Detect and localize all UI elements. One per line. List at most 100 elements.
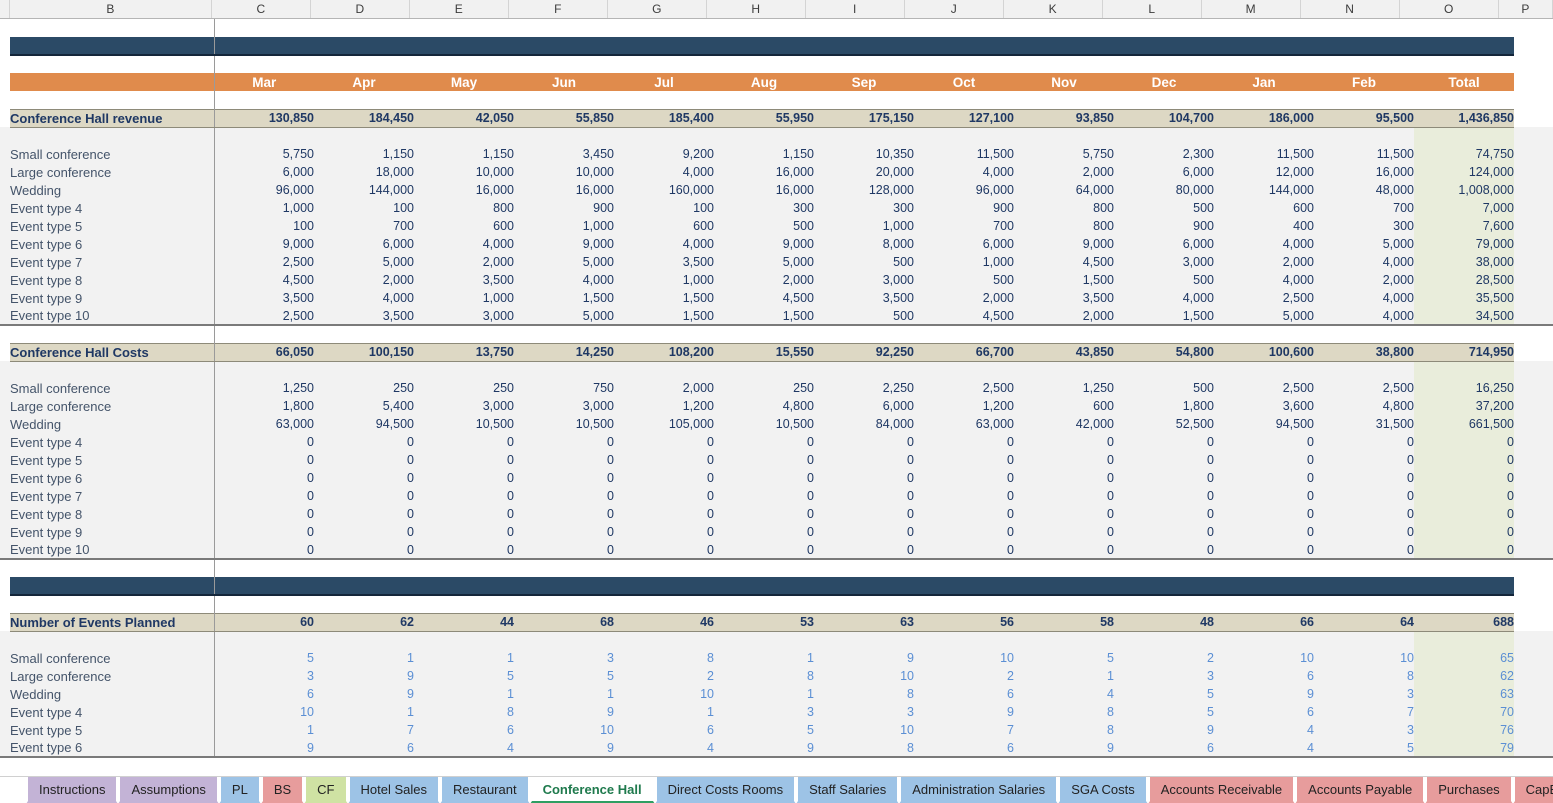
- total-cell[interactable]: 34,500: [1414, 307, 1514, 325]
- data-cell[interactable]: 63,000: [214, 415, 314, 433]
- data-cell[interactable]: 0: [1014, 433, 1114, 451]
- data-cell[interactable]: 9: [1114, 721, 1214, 739]
- data-cell[interactable]: 1,500: [614, 307, 714, 325]
- data-cell[interactable]: 5,750: [1014, 145, 1114, 163]
- data-cell[interactable]: 10: [214, 703, 314, 721]
- data-cell[interactable]: 0: [414, 541, 514, 559]
- total-cell[interactable]: 0: [1414, 433, 1514, 451]
- data-cell[interactable]: 1,500: [714, 307, 814, 325]
- data-cell[interactable]: 500: [814, 253, 914, 271]
- total-cell[interactable]: 37,200: [1414, 397, 1514, 415]
- data-cell[interactable]: 4,000: [614, 235, 714, 253]
- data-cell[interactable]: 0: [814, 505, 914, 523]
- data-cell[interactable]: 9,000: [1014, 235, 1114, 253]
- data-cell[interactable]: 100: [614, 199, 714, 217]
- data-cell[interactable]: 1: [714, 649, 814, 667]
- data-cell[interactable]: 800: [1014, 217, 1114, 235]
- data-cell[interactable]: 600: [414, 217, 514, 235]
- data-cell[interactable]: 1: [1014, 667, 1114, 685]
- data-cell[interactable]: 600: [1014, 397, 1114, 415]
- data-cell[interactable]: 10,000: [414, 163, 514, 181]
- data-cell[interactable]: 4,500: [1014, 253, 1114, 271]
- data-cell[interactable]: 3: [214, 667, 314, 685]
- sheet-tab-cf[interactable]: CF: [304, 777, 347, 803]
- total-cell[interactable]: 63: [1414, 685, 1514, 703]
- data-cell[interactable]: 250: [414, 379, 514, 397]
- data-cell[interactable]: 4: [414, 739, 514, 757]
- data-cell[interactable]: 2,000: [614, 379, 714, 397]
- data-cell[interactable]: 3,500: [314, 307, 414, 325]
- data-cell[interactable]: 3,500: [814, 289, 914, 307]
- data-cell[interactable]: 2: [614, 667, 714, 685]
- data-cell[interactable]: 3: [1114, 667, 1214, 685]
- data-cell[interactable]: 3: [1314, 721, 1414, 739]
- data-cell[interactable]: 0: [214, 505, 314, 523]
- data-cell[interactable]: 2,000: [914, 289, 1014, 307]
- data-cell[interactable]: 1,250: [214, 379, 314, 397]
- data-cell[interactable]: 10,000: [514, 163, 614, 181]
- data-cell[interactable]: 6: [1114, 739, 1214, 757]
- data-cell[interactable]: 4,000: [914, 163, 1014, 181]
- data-cell[interactable]: 4,000: [1314, 289, 1414, 307]
- column-header-k[interactable]: K: [1004, 0, 1103, 18]
- data-cell[interactable]: 0: [214, 523, 314, 541]
- data-cell[interactable]: 1: [414, 649, 514, 667]
- data-cell[interactable]: 10: [814, 667, 914, 685]
- data-cell[interactable]: 2,250: [814, 379, 914, 397]
- data-cell[interactable]: 11,500: [1214, 145, 1314, 163]
- data-cell[interactable]: 0: [1114, 433, 1214, 451]
- sheet-tab-staff-salaries[interactable]: Staff Salaries: [796, 777, 899, 803]
- data-cell[interactable]: 5: [714, 721, 814, 739]
- data-cell[interactable]: 0: [314, 523, 414, 541]
- data-cell[interactable]: 10: [914, 649, 1014, 667]
- data-cell[interactable]: 6: [214, 685, 314, 703]
- data-cell[interactable]: 1: [314, 703, 414, 721]
- column-header-c[interactable]: C: [212, 0, 311, 18]
- data-cell[interactable]: 500: [914, 271, 1014, 289]
- data-cell[interactable]: 0: [1214, 523, 1314, 541]
- sheet-tab-hotel-sales[interactable]: Hotel Sales: [348, 777, 440, 803]
- data-cell[interactable]: 4,000: [1214, 235, 1314, 253]
- data-cell[interactable]: 8: [1014, 703, 1114, 721]
- data-cell[interactable]: 5: [1114, 703, 1214, 721]
- total-cell[interactable]: 0: [1414, 469, 1514, 487]
- data-cell[interactable]: 700: [314, 217, 414, 235]
- data-cell[interactable]: 0: [914, 505, 1014, 523]
- data-cell[interactable]: 0: [614, 451, 714, 469]
- data-cell[interactable]: 1: [414, 685, 514, 703]
- data-cell[interactable]: 16,000: [714, 181, 814, 199]
- data-cell[interactable]: 8: [814, 685, 914, 703]
- total-cell[interactable]: 0: [1414, 505, 1514, 523]
- data-cell[interactable]: 700: [914, 217, 1014, 235]
- total-cell[interactable]: 79: [1414, 739, 1514, 757]
- total-cell[interactable]: 0: [1414, 487, 1514, 505]
- data-cell[interactable]: 0: [814, 433, 914, 451]
- data-cell[interactable]: 1,200: [914, 397, 1014, 415]
- data-cell[interactable]: 160,000: [614, 181, 714, 199]
- data-cell[interactable]: 6,000: [1114, 163, 1214, 181]
- data-cell[interactable]: 0: [1114, 487, 1214, 505]
- data-cell[interactable]: 8: [714, 667, 814, 685]
- data-cell[interactable]: 9: [314, 685, 414, 703]
- data-cell[interactable]: 5,000: [314, 253, 414, 271]
- data-cell[interactable]: 1: [314, 649, 414, 667]
- data-cell[interactable]: 5,000: [1214, 307, 1314, 325]
- data-cell[interactable]: 100: [314, 199, 414, 217]
- data-cell[interactable]: 0: [1014, 487, 1114, 505]
- column-header-l[interactable]: L: [1103, 0, 1202, 18]
- data-cell[interactable]: 10,500: [714, 415, 814, 433]
- data-cell[interactable]: 0: [614, 433, 714, 451]
- data-cell[interactable]: 7: [914, 721, 1014, 739]
- sheet-tab-bar[interactable]: InstructionsAssumptionsPLBSCFHotel Sales…: [0, 776, 1553, 803]
- total-cell[interactable]: 0: [1414, 541, 1514, 559]
- data-cell[interactable]: 1,800: [214, 397, 314, 415]
- data-cell[interactable]: 0: [914, 541, 1014, 559]
- column-header-i[interactable]: I: [806, 0, 905, 18]
- data-cell[interactable]: 3,000: [414, 307, 514, 325]
- data-cell[interactable]: 0: [314, 469, 414, 487]
- data-cell[interactable]: 8: [1014, 721, 1114, 739]
- column-header-a[interactable]: [0, 0, 10, 18]
- data-cell[interactable]: 4,500: [714, 289, 814, 307]
- data-cell[interactable]: 5,400: [314, 397, 414, 415]
- data-cell[interactable]: 0: [814, 523, 914, 541]
